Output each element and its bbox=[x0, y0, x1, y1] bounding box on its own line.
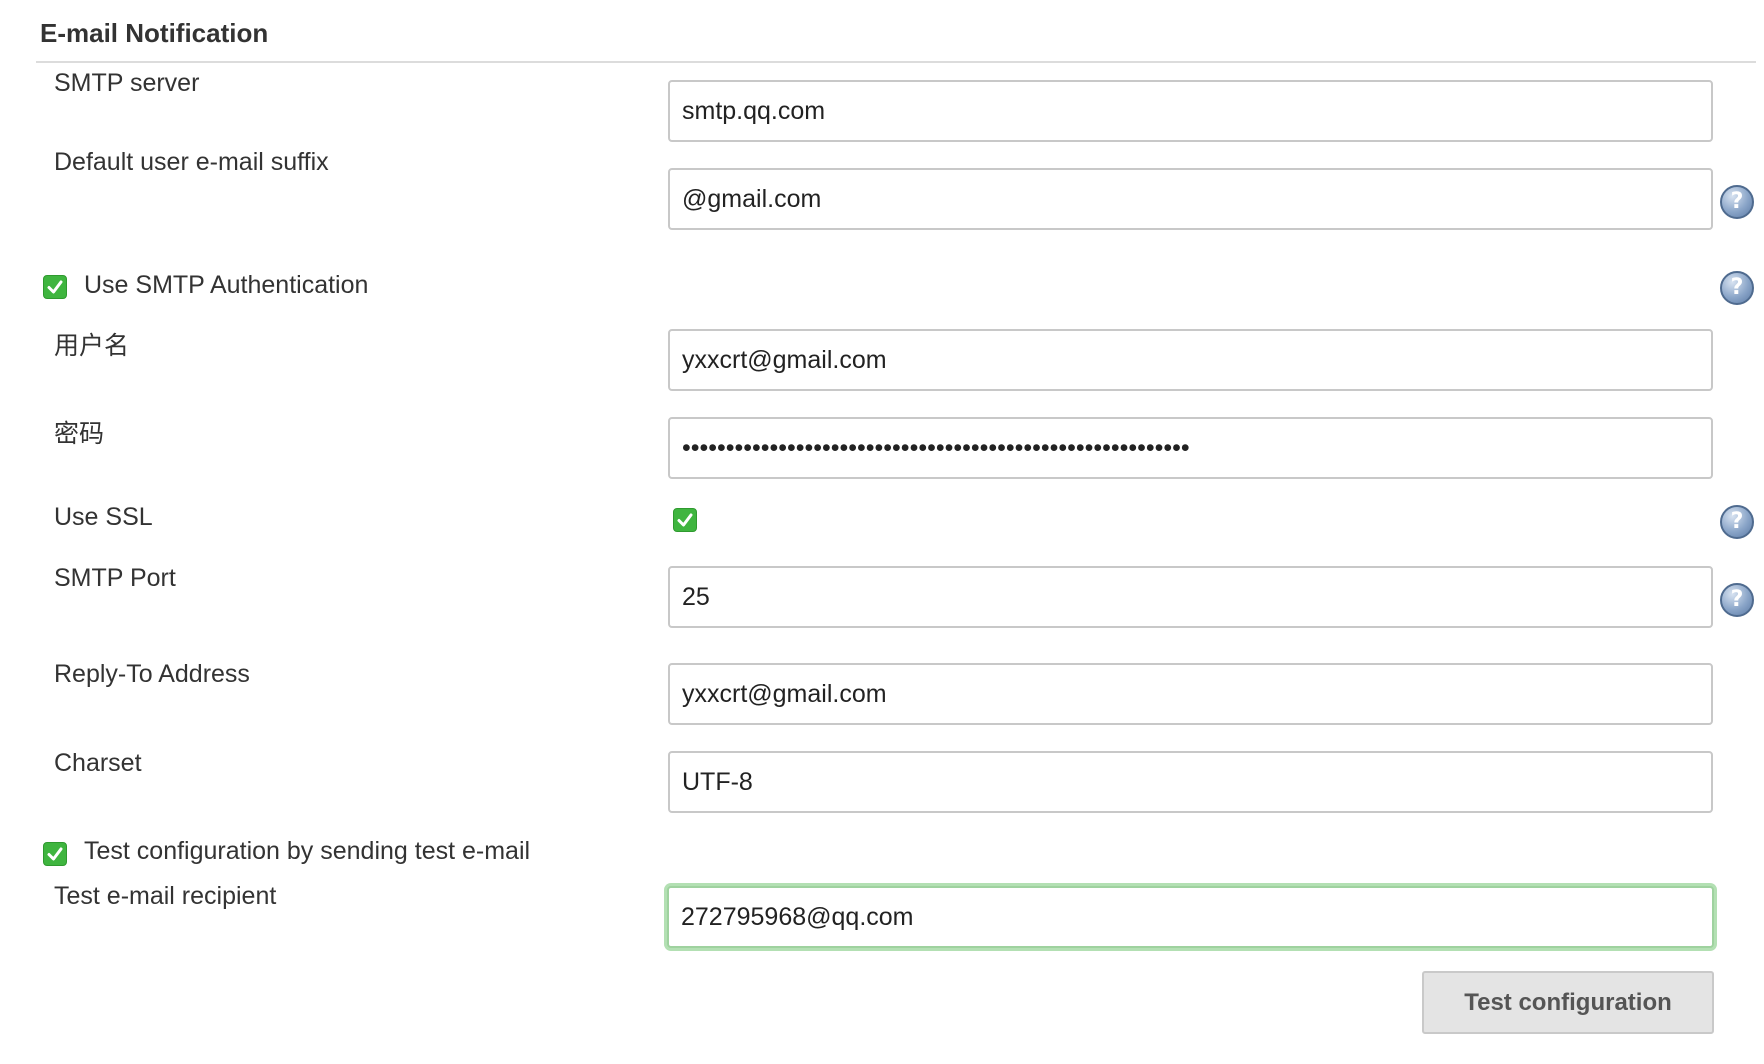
use-ssl-checkbox[interactable] bbox=[673, 508, 697, 532]
test-config-checkbox[interactable] bbox=[43, 842, 67, 866]
default-suffix-input[interactable] bbox=[668, 168, 1713, 230]
checkmark-icon bbox=[677, 513, 693, 527]
smtp-server-label: SMTP server bbox=[54, 69, 200, 97]
section-title: E-mail Notification bbox=[40, 18, 269, 48]
reply-to-label: Reply-To Address bbox=[54, 660, 250, 688]
help-icon[interactable]: ? bbox=[1720, 505, 1754, 539]
smtp-auth-checkbox[interactable] bbox=[43, 275, 67, 299]
smtp-auth-label: Use SMTP Authentication bbox=[84, 271, 369, 299]
use-ssl-label: Use SSL bbox=[54, 503, 153, 531]
checkmark-icon bbox=[47, 847, 63, 861]
section-divider bbox=[36, 61, 1756, 63]
help-icon[interactable]: ? bbox=[1720, 271, 1754, 305]
reply-to-input[interactable] bbox=[668, 663, 1713, 725]
smtp-server-input[interactable] bbox=[668, 80, 1713, 142]
test-config-label: Test configuration by sending test e-mai… bbox=[84, 837, 531, 865]
test-configuration-button[interactable]: Test configuration bbox=[1422, 971, 1714, 1034]
charset-input[interactable] bbox=[668, 751, 1713, 813]
test-recipient-label: Test e-mail recipient bbox=[54, 882, 277, 910]
help-icon[interactable]: ? bbox=[1720, 185, 1754, 219]
charset-label: Charset bbox=[54, 749, 142, 777]
test-recipient-input[interactable] bbox=[667, 886, 1714, 948]
checkmark-icon bbox=[47, 280, 63, 294]
username-input[interactable] bbox=[668, 329, 1713, 391]
password-label: 密码 bbox=[54, 420, 105, 448]
default-suffix-label: Default user e-mail suffix bbox=[54, 148, 329, 176]
password-input[interactable] bbox=[668, 417, 1713, 479]
help-icon[interactable]: ? bbox=[1720, 583, 1754, 617]
smtp-port-label: SMTP Port bbox=[54, 564, 176, 592]
username-label: 用户名 bbox=[54, 332, 130, 360]
smtp-port-input[interactable] bbox=[668, 566, 1713, 628]
